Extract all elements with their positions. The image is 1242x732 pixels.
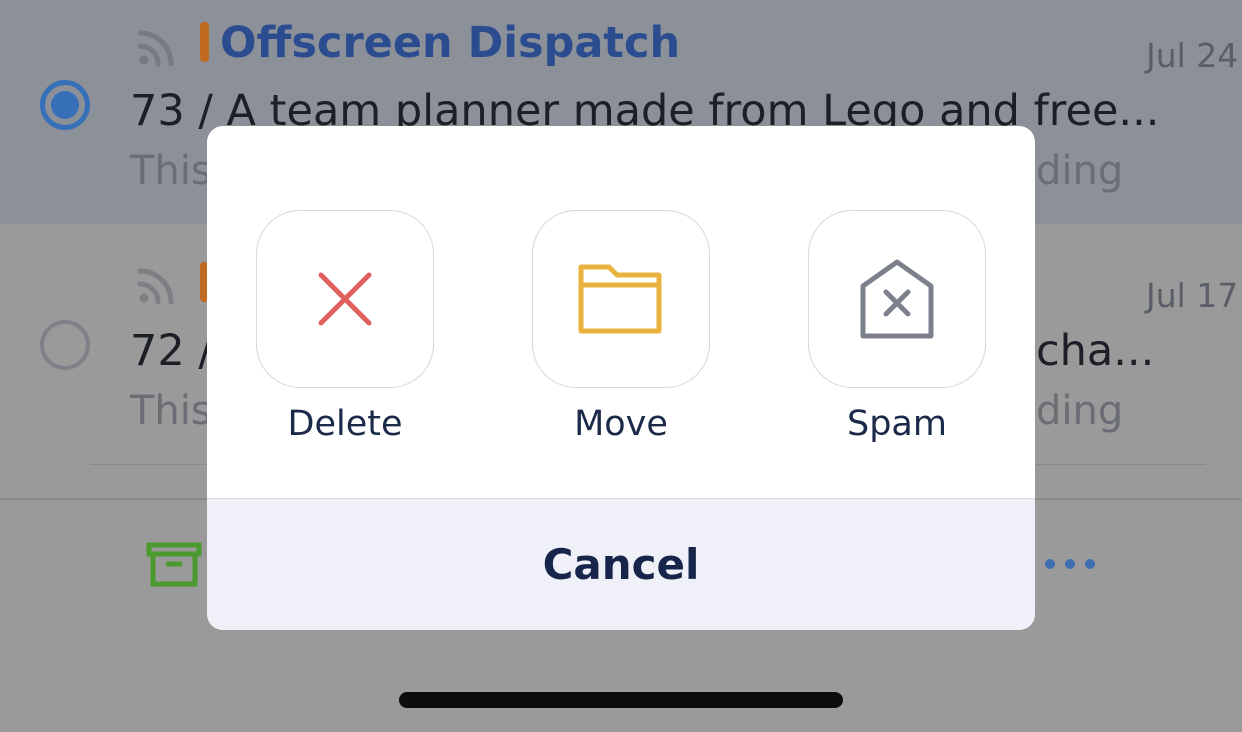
select-radio[interactable] — [40, 320, 90, 370]
select-radio-selected[interactable] — [40, 80, 90, 130]
rss-icon — [137, 30, 174, 67]
delete-label: Delete — [287, 404, 403, 444]
sender-name: Offscreen Dispatch — [220, 18, 681, 68]
folder-icon — [578, 264, 662, 334]
more-icon[interactable] — [1040, 554, 1100, 574]
move-action[interactable]: Move — [531, 210, 711, 444]
tag-marker — [200, 22, 209, 62]
action-sheet: Delete Move Spam Cancel — [207, 126, 1035, 630]
delete-action[interactable]: Delete — [255, 210, 435, 444]
move-label: Move — [574, 404, 668, 444]
spam-icon — [860, 259, 934, 339]
cancel-button[interactable]: Cancel — [207, 498, 1035, 630]
spam-label: Spam — [847, 404, 947, 444]
archive-icon[interactable] — [146, 542, 202, 588]
mail-subject-start: 72 / — [130, 326, 213, 376]
move-button[interactable] — [532, 210, 710, 388]
cancel-label: Cancel — [542, 540, 700, 589]
mail-preview-start: This — [130, 388, 212, 434]
x-icon — [318, 272, 372, 326]
spam-action[interactable]: Spam — [807, 210, 987, 444]
mail-preview-end: ding — [1036, 388, 1124, 434]
mail-date: Jul 17 — [1146, 276, 1239, 315]
mail-preview-start: This — [130, 148, 212, 194]
home-indicator — [399, 692, 843, 708]
rss-icon — [137, 268, 174, 305]
mail-subject-end: cha... — [1036, 326, 1155, 376]
mail-preview-end: ding — [1036, 148, 1124, 194]
spam-button[interactable] — [808, 210, 986, 388]
mail-date: Jul 24 — [1146, 36, 1239, 75]
delete-button[interactable] — [256, 210, 434, 388]
